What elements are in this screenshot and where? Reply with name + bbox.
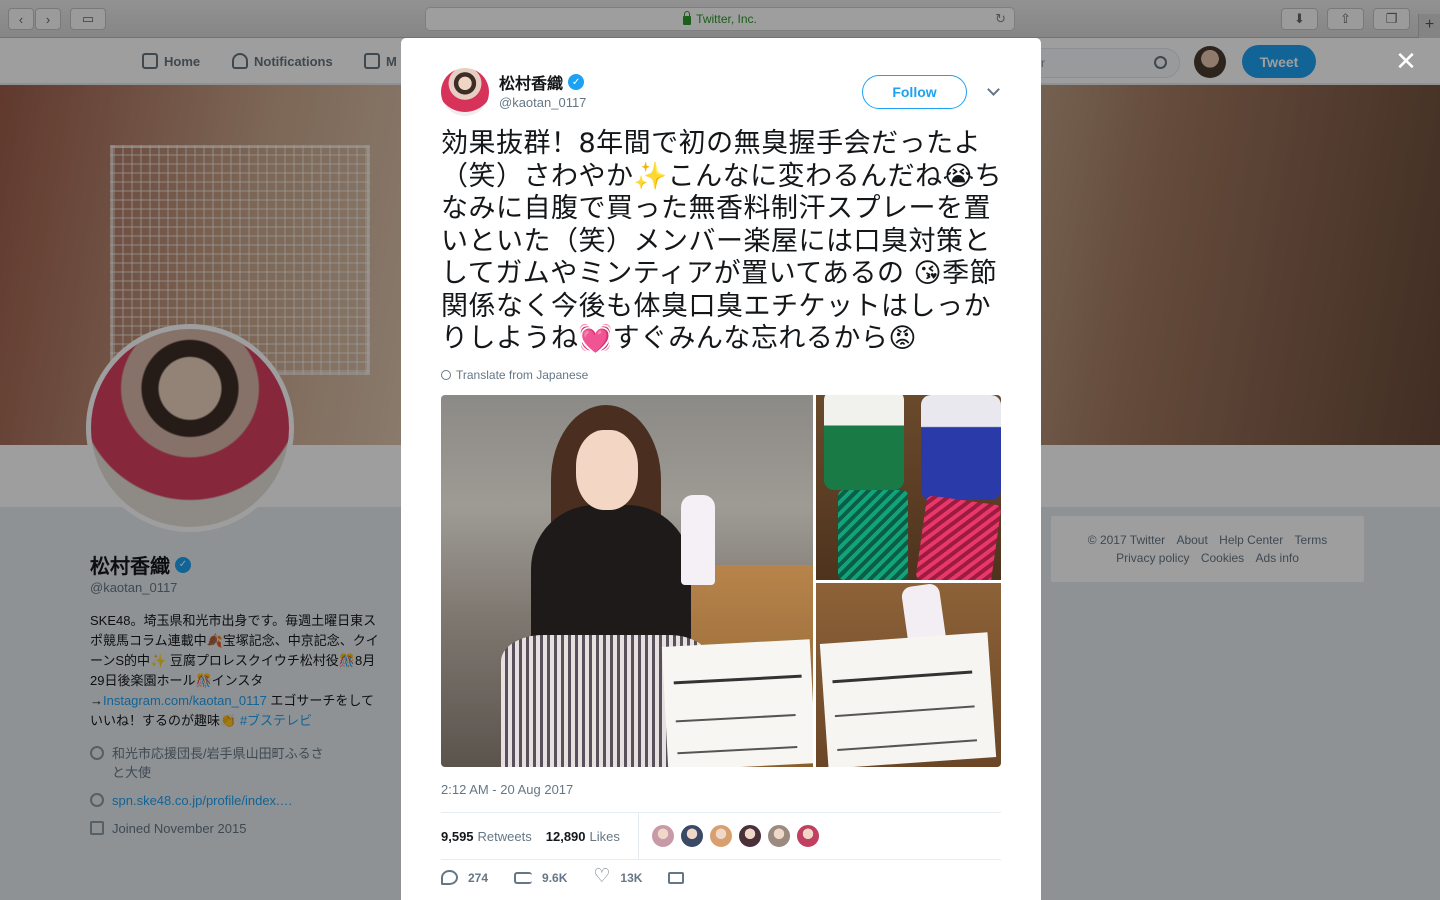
heart-icon [593,865,610,888]
tweet-modal: 松村香織 ✓ @kaotan_0117 Follow 効果抜群！8年間で初の無臭… [401,38,1041,900]
reply-count: 274 [468,870,489,885]
tweet-stats: 9,595 Retweets 12,890 Likes [441,813,634,859]
retweet-count: 9.6K [542,870,568,885]
translate-link[interactable]: Translate from Japanese [441,368,588,382]
divider [638,813,639,859]
tweet-media [441,395,1001,767]
likes-stat[interactable]: 12,890 Likes [546,829,620,844]
verified-badge-icon: ✓ [568,74,585,90]
follow-button[interactable]: Follow [862,75,967,109]
photo-main[interactable] [441,395,813,767]
chevron-down-icon[interactable] [987,85,999,97]
author-avatar[interactable] [441,68,489,116]
author-name-text: 松村香織 [499,76,564,93]
liker-avatar[interactable] [680,824,704,848]
liker-avatar[interactable] [796,824,820,848]
retweets-count: 9,595 [441,828,474,844]
close-modal-button[interactable]: ✕ [1392,48,1420,76]
liker-avatar[interactable] [651,824,675,848]
envelope-icon [668,871,685,884]
retweets-stat[interactable]: 9,595 Retweets [441,829,532,844]
likers-avatars [651,824,820,848]
divider [441,859,1001,860]
translate-label: Translate from Japanese [456,368,589,382]
retweet-button[interactable]: 9.6K [514,871,567,885]
tweet-timestamp[interactable]: 2:12 AM - 20 Aug 2017 [441,782,573,797]
tweet-actions: 274 9.6K 13K [441,865,710,888]
retweet-icon [514,871,533,884]
likes-count: 12,890 [545,828,586,844]
retweets-label: Retweets [477,828,532,844]
author-name[interactable]: 松村香織 ✓ [499,70,585,94]
photo-bottom-right[interactable] [816,583,1001,767]
direct-message-button[interactable] [668,871,685,884]
liker-avatar[interactable] [767,824,791,848]
tweet-text: 効果抜群！8年間で初の無臭握手会だったよ（笑）さわやか✨こんなに変わるんだね😭ち… [441,128,1003,354]
globe-icon [441,370,451,380]
photo-top-right[interactable] [816,395,1001,580]
liker-avatar[interactable] [709,824,733,848]
liker-avatar[interactable] [738,824,762,848]
like-count: 13K [620,870,643,885]
reply-button[interactable]: 274 [441,870,488,885]
likes-label: Likes [589,828,620,844]
like-button[interactable]: 13K [593,865,643,888]
reply-icon [441,870,458,885]
author-handle[interactable]: @kaotan_0117 [499,95,586,110]
